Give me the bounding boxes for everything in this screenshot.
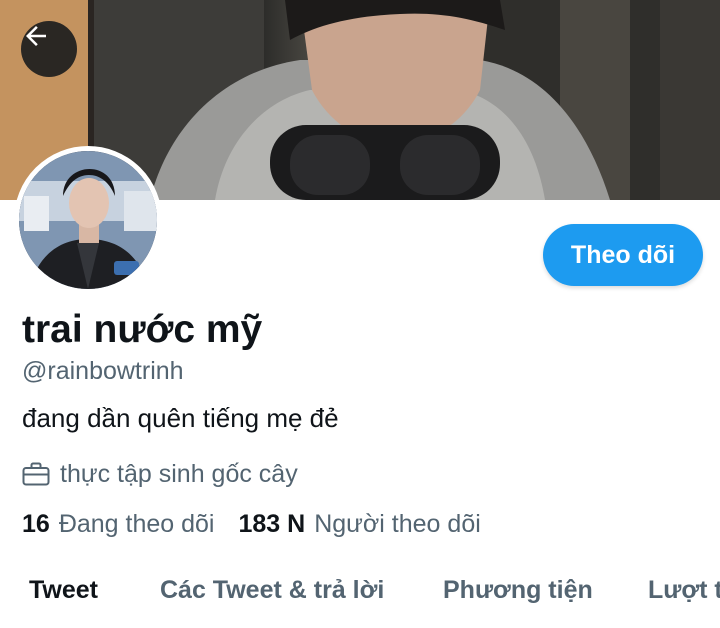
profile-stats: 16 Đang theo dõi 183 N Người theo dõi bbox=[22, 510, 481, 539]
briefcase-icon bbox=[22, 462, 50, 486]
followers-label: Người theo dõi bbox=[314, 510, 481, 538]
following-count: 16 bbox=[22, 510, 50, 538]
tab-tweets[interactable]: Tweet bbox=[29, 576, 98, 605]
profile-tabs: Tweet Các Tweet & trả lời Phương tiện Lư… bbox=[0, 560, 720, 628]
profile-job: thực tập sinh gốc cây bbox=[22, 458, 298, 490]
user-handle: @rainbowtrinh bbox=[22, 357, 184, 385]
back-button[interactable] bbox=[21, 21, 77, 77]
tab-likes[interactable]: Lượt t bbox=[648, 576, 720, 605]
following-stat[interactable]: 16 Đang theo dõi bbox=[22, 510, 215, 539]
following-label: Đang theo dõi bbox=[58, 510, 215, 538]
tab-media[interactable]: Phương tiện bbox=[443, 576, 593, 605]
follow-button[interactable]: Theo dõi bbox=[543, 224, 703, 286]
followers-stat[interactable]: 183 N Người theo dõi bbox=[239, 510, 481, 539]
tab-tweets-and-replies[interactable]: Các Tweet & trả lời bbox=[160, 576, 384, 605]
avatar-photo bbox=[19, 151, 157, 289]
avatar[interactable] bbox=[14, 146, 162, 294]
profile-job-label: thực tập sinh gốc cây bbox=[60, 459, 298, 488]
follow-button-label: Theo dõi bbox=[570, 240, 676, 269]
profile-bio: đang dần quên tiếng mẹ đẻ bbox=[22, 403, 339, 433]
followers-count: 183 N bbox=[238, 510, 306, 538]
display-name: trai nước mỹ bbox=[22, 308, 263, 351]
arrow-left-icon bbox=[26, 26, 46, 46]
